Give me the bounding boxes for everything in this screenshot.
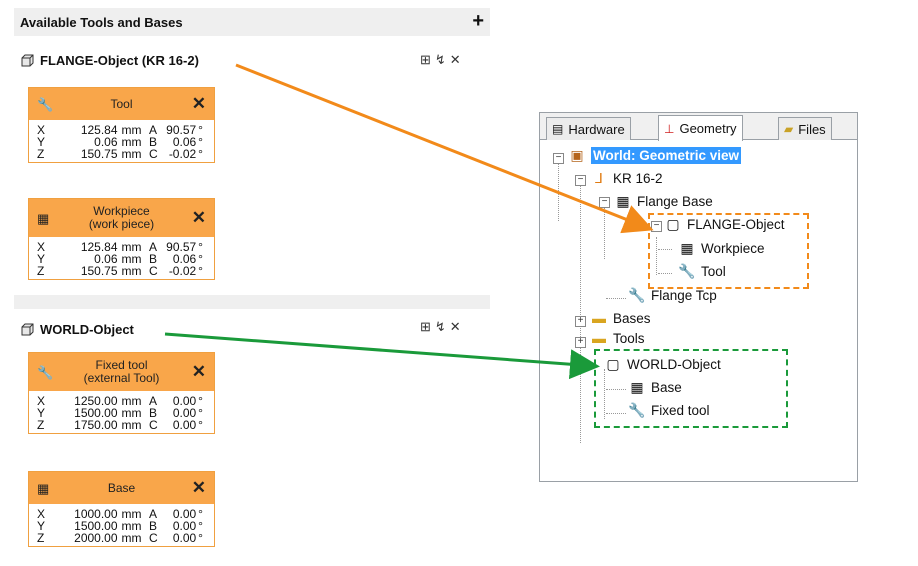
workpiece-values: X 125.84 mm A 90.57 ° Y 0.06 mm B 0.06 ° Z 150.75 mm… xyxy=(29,237,214,279)
tree-node-root[interactable]: ▣ World: Geometric view xyxy=(568,147,742,164)
tree-node-flange-tcp[interactable]: 🔧 Flange Tcp xyxy=(628,287,717,304)
folder-icon: ▬ xyxy=(592,331,606,345)
flange-object-actions[interactable]: ⊞↯✕ xyxy=(420,52,465,68)
folder-icon: ▬ xyxy=(592,310,606,326)
available-tools-panel: Available Tools and Bases + FLANGE-Objec… xyxy=(0,0,490,566)
tab-geometry[interactable]: ⊥ Geometry xyxy=(658,115,743,141)
geometry-icon: ⊥ xyxy=(664,121,675,136)
collapse-toggle[interactable]: − xyxy=(553,153,564,164)
world-object-title: WORLD-Object xyxy=(20,322,134,337)
tool-card-label: Tool xyxy=(110,97,133,111)
tab-strip: ▤ Hardware ⊥ Geometry ▰ Files xyxy=(540,113,857,141)
files-icon: ▰ xyxy=(784,122,794,136)
wrench-icon: 🔧 xyxy=(37,365,54,380)
workpiece-card-label: Workpiece (work piece) xyxy=(88,204,155,231)
fixed-tool-card-header: 🔧 Fixed tool (external Tool) ✕ xyxy=(29,353,214,391)
collapse-toggle[interactable]: − xyxy=(599,197,610,208)
tree-line xyxy=(558,161,559,221)
tool-card: 🔧 Tool ✕ X 125.84 mm A 90.57 ° Y 0.06 mm B 0.06 ° … xyxy=(28,87,215,163)
base-icon: ▦ xyxy=(616,193,630,209)
tree-line xyxy=(604,205,605,259)
tree-line xyxy=(580,183,581,443)
base-card-label: Base xyxy=(107,481,136,495)
collapse-toggle[interactable]: − xyxy=(575,175,586,186)
fixed-tool-card-label: Fixed tool (external Tool) xyxy=(83,358,160,385)
tool-card-header: 🔧 Tool ✕ xyxy=(29,88,214,120)
tree-node-flange-base[interactable]: ▦ Flange Base xyxy=(614,193,712,210)
world-highlight-box xyxy=(594,349,788,428)
hardware-icon: ▤ xyxy=(552,122,564,136)
base-values: X 1000.00 mm A 0.00 ° Y 1500.00 mm B 0.00 ° Z 2000.… xyxy=(29,504,214,546)
world-icon: ▣ xyxy=(570,147,584,163)
tree-line xyxy=(606,298,626,299)
flange-object-title: FLANGE-Object (KR 16-2) xyxy=(20,53,199,68)
fixed-tool-values: X 1250.00 mm A 0.00 ° Y 1500.00 mm B 0.00 ° Z 1750.… xyxy=(29,391,214,433)
close-icon[interactable]: ✕ xyxy=(192,478,206,498)
expand-toggle[interactable]: + xyxy=(575,316,586,327)
world-object-actions[interactable]: ⊞↯✕ xyxy=(420,319,465,335)
tab-hardware[interactable]: ▤ Hardware xyxy=(546,117,631,140)
section-divider xyxy=(14,295,490,309)
value-row: Z 150.75 mm C -0.02 ° xyxy=(37,264,203,278)
tree-node-robot[interactable]: ⅃ KR 16-2 xyxy=(590,170,662,187)
tab-files[interactable]: ▰ Files xyxy=(778,117,832,140)
panel-title: Available Tools and Bases xyxy=(20,15,183,30)
value-row: Z 1750.00 mm C 0.00 ° xyxy=(37,418,203,432)
robot-icon: ⅃ xyxy=(595,170,603,186)
close-icon[interactable]: ✕ xyxy=(192,94,206,114)
tool-values: X 125.84 mm A 90.57 ° Y 0.06 mm B 0.06 ° Z 150.75 mm… xyxy=(29,120,214,162)
base-card-header: ▦ Base ✕ xyxy=(29,472,214,504)
panel-header: Available Tools and Bases + xyxy=(14,8,490,36)
wrench-icon: 🔧 xyxy=(628,287,646,303)
close-icon[interactable]: ✕ xyxy=(192,208,206,228)
tree-node-tools[interactable]: ▬ Tools xyxy=(590,331,645,345)
base-card: ▦ Base ✕ X 1000.00 mm A 0.00 ° Y 1500.00 mm B 0.0… xyxy=(28,471,215,547)
base-icon: ▦ xyxy=(37,481,50,496)
value-row: Z 2000.00 mm C 0.00 ° xyxy=(37,531,203,545)
cube-icon xyxy=(21,323,34,335)
workpiece-icon: ▦ xyxy=(37,211,50,226)
workpiece-card: ▦ Workpiece (work piece) ✕ X 125.84 mm A 90.5… xyxy=(28,198,215,280)
expand-toggle[interactable]: + xyxy=(575,337,586,348)
value-row: Z 150.75 mm C -0.02 ° xyxy=(37,147,203,161)
workpiece-card-header: ▦ Workpiece (work piece) ✕ xyxy=(29,199,214,237)
flange-highlight-box xyxy=(648,213,809,289)
cube-icon xyxy=(21,54,34,66)
tree-node-bases[interactable]: ▬ Bases xyxy=(590,310,651,326)
close-icon[interactable]: ✕ xyxy=(192,362,206,382)
add-button[interactable]: + xyxy=(472,10,484,33)
wrench-icon: 🔧 xyxy=(37,97,54,112)
fixed-tool-card: 🔧 Fixed tool (external Tool) ✕ X 1250.00 mm… xyxy=(28,352,215,434)
